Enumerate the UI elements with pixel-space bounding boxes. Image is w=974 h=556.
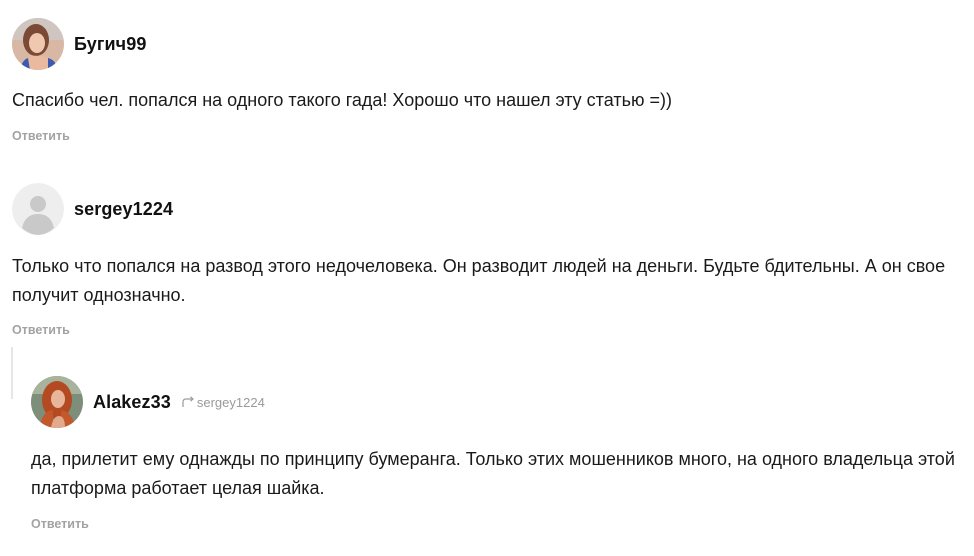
comment-text: Спасибо чел. попался на одного такого га… bbox=[12, 90, 672, 110]
user-photo-icon bbox=[12, 18, 64, 70]
avatar[interactable] bbox=[31, 376, 83, 428]
reply-button[interactable]: Ответить bbox=[12, 129, 70, 143]
comment-header: Бугич99 bbox=[12, 18, 146, 70]
comments-section: Бугич99 Спасибо чел. попался на одного т… bbox=[0, 0, 974, 556]
reply-to-username: sergey1224 bbox=[196, 394, 265, 410]
comment-author[interactable]: Alakez33 bbox=[93, 392, 171, 413]
comment-header: Alakez33 sergey1224 bbox=[31, 376, 265, 428]
avatar[interactable] bbox=[12, 183, 64, 235]
comment-text: да, прилетит ему однажды по принципу бум… bbox=[31, 449, 955, 498]
reply-button[interactable]: Ответить bbox=[31, 517, 89, 531]
reply-to-link[interactable]: sergey1224 bbox=[181, 395, 265, 410]
comment-author[interactable]: sergey1224 bbox=[74, 199, 173, 220]
avatar[interactable] bbox=[12, 18, 64, 70]
comment-header: sergey1224 bbox=[12, 183, 173, 235]
user-photo-icon bbox=[31, 376, 83, 428]
reply-arrow-icon bbox=[182, 396, 194, 407]
reply-button[interactable]: Ответить bbox=[12, 323, 70, 337]
comment-text: Только что попался на развод этого недоч… bbox=[12, 256, 946, 305]
user-silhouette-icon bbox=[12, 183, 64, 235]
comment-author[interactable]: Бугич99 bbox=[74, 34, 146, 55]
thread-line bbox=[11, 347, 13, 399]
